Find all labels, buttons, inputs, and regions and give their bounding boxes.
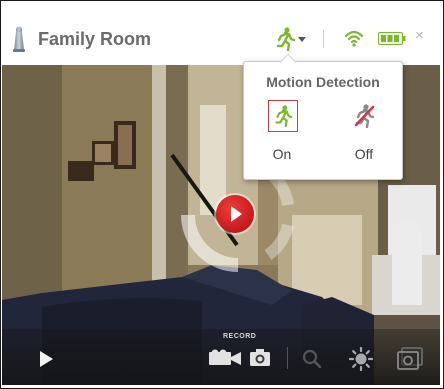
photo-camera-icon[interactable]	[249, 347, 271, 367]
camera-panel: Family Room × RECORD Motion Detection On…	[0, 0, 444, 389]
video-camera-icon[interactable]	[208, 349, 242, 367]
motion-running-icon[interactable]	[275, 27, 295, 51]
play-icon[interactable]	[40, 351, 53, 367]
snapshots-icon[interactable]	[397, 347, 423, 371]
motion-on-option[interactable]: On	[257, 100, 307, 162]
wifi-icon	[344, 30, 364, 47]
record-label: RECORD	[223, 333, 257, 340]
motion-off-icon	[354, 104, 375, 128]
camera-title: Family Room	[38, 29, 152, 49]
motion-dropdown-caret-icon[interactable]	[298, 37, 306, 42]
motion-menu-title: Motion Detection	[266, 74, 380, 90]
motion-on-icon	[275, 105, 293, 127]
video-controls-bar: RECORD	[2, 329, 440, 385]
motion-on-label: On	[272, 146, 292, 162]
motion-off-label: Off	[354, 146, 374, 162]
camera-icon	[13, 26, 25, 52]
controls-divider	[287, 347, 288, 369]
header-divider	[323, 30, 324, 48]
motion-detection-menu: Motion Detection On Off	[243, 54, 403, 180]
close-icon[interactable]: ×	[415, 27, 424, 44]
camera-header: Family Room ×	[1, 1, 443, 63]
record-play-button[interactable]	[216, 195, 254, 233]
zoom-icon[interactable]	[302, 349, 322, 369]
motion-off-option[interactable]: Off	[339, 100, 389, 162]
brightness-icon[interactable]	[349, 347, 373, 371]
selected-option-box	[268, 100, 298, 132]
battery-icon	[378, 32, 406, 45]
